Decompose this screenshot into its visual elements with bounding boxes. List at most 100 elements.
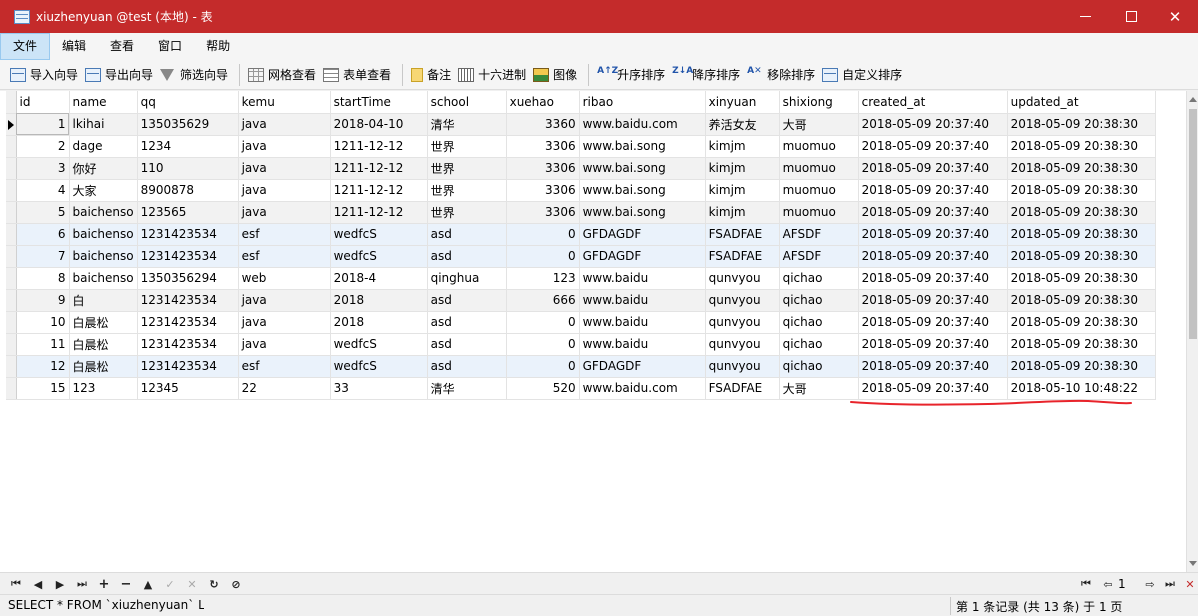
cell-created-at[interactable]: 2018-05-09 20:37:40 (858, 333, 1008, 356)
cell-updated-at[interactable]: 2018-05-09 20:38:30 (1007, 267, 1156, 290)
last-page-button[interactable]: ⏭ (1162, 576, 1178, 592)
cell-id[interactable]: 10 (16, 311, 70, 334)
cell-kemu[interactable]: java (238, 179, 331, 202)
cell-xinyuan[interactable]: qunvyou (705, 311, 780, 334)
row-header[interactable] (6, 135, 17, 158)
cell-kemu[interactable]: 22 (238, 377, 331, 400)
maximize-button[interactable] (1108, 0, 1154, 33)
cell-ribao[interactable]: GFDAGDF (579, 355, 706, 378)
prev-record-button[interactable]: ◀ (30, 576, 46, 592)
cell-name[interactable]: 大家 (69, 179, 138, 202)
cell-xinyuan[interactable]: qunvyou (705, 289, 780, 312)
row-header[interactable] (6, 113, 17, 136)
move-up-button[interactable]: ▲ (140, 576, 156, 592)
cell-xinyuan[interactable]: qunvyou (705, 267, 780, 290)
cell-qq[interactable]: 1234 (137, 135, 239, 158)
sort-desc-button[interactable]: Z↓A 降序排序 (670, 63, 745, 87)
cell-created-at[interactable]: 2018-05-09 20:37:40 (858, 179, 1008, 202)
cell-shixiong[interactable]: muomuo (779, 157, 859, 180)
column-header-shixiong[interactable]: shixiong (779, 91, 859, 114)
cell-updated-at[interactable]: 2018-05-09 20:38:30 (1007, 223, 1156, 246)
row-header[interactable] (6, 311, 17, 334)
cell-updated-at[interactable]: 2018-05-09 20:38:30 (1007, 135, 1156, 158)
cell-xuehao[interactable]: 3306 (506, 179, 580, 202)
cell-id[interactable]: 7 (16, 245, 70, 268)
sort-asc-button[interactable]: A↑Z 升序排序 (595, 63, 670, 87)
cell-name[interactable]: 123 (69, 377, 138, 400)
scroll-down-icon[interactable] (1189, 561, 1197, 566)
cell-id[interactable]: 11 (16, 333, 70, 356)
cell-xuehao[interactable]: 0 (506, 333, 580, 356)
delete-record-button[interactable]: − (118, 576, 134, 592)
cell-id[interactable]: 8 (16, 267, 70, 290)
cell-starttime[interactable]: 33 (330, 377, 428, 400)
export-wizard-button[interactable]: 导出向导 (83, 63, 158, 87)
cell-created-at[interactable]: 2018-05-09 20:37:40 (858, 267, 1008, 290)
cell-name[interactable]: lkihai (69, 113, 138, 136)
row-header[interactable] (6, 267, 17, 290)
column-header-name[interactable]: name (69, 91, 138, 114)
cell-updated-at[interactable]: 2018-05-09 20:38:30 (1007, 245, 1156, 268)
menu-edit[interactable]: 编辑 (50, 33, 98, 60)
cell-xinyuan[interactable]: qunvyou (705, 355, 780, 378)
table-row[interactable]: 8 baichenso 1350356294 web 2018-4 qinghua 123 w… (6, 267, 1156, 290)
cell-school[interactable]: 世界 (427, 135, 507, 158)
cell-starttime[interactable]: 2018-04-10 (330, 113, 428, 136)
cell-qq[interactable]: 123565 (137, 201, 239, 224)
column-header-xinyuan[interactable]: xinyuan (705, 91, 780, 114)
cell-name[interactable]: 白 (69, 289, 138, 312)
cell-ribao[interactable]: www.bai.song (579, 201, 706, 224)
first-page-button[interactable]: ⏮ (1078, 576, 1094, 592)
cell-updated-at[interactable]: 2018-05-10 10:48:22 (1007, 377, 1156, 400)
cell-school[interactable]: 清华 (427, 377, 507, 400)
stop-button[interactable]: ⊘ (228, 576, 244, 592)
cell-xinyuan[interactable]: qunvyou (705, 333, 780, 356)
close-button[interactable]: ✕ (1152, 0, 1198, 33)
cell-school[interactable]: qinghua (427, 267, 507, 290)
cell-ribao[interactable]: www.bai.song (579, 179, 706, 202)
column-header-qq[interactable]: qq (137, 91, 239, 114)
filter-wizard-button[interactable]: 筛选向导 (158, 63, 233, 87)
cell-shixiong[interactable]: 大哥 (779, 113, 859, 136)
last-record-button[interactable]: ⏭ (74, 576, 90, 592)
cell-school[interactable]: 世界 (427, 201, 507, 224)
cell-xuehao[interactable]: 0 (506, 245, 580, 268)
table-row[interactable]: 5 baichenso 123565 java 1211-12-12 世界 3306 www.… (6, 201, 1156, 224)
menu-window[interactable]: 窗口 (146, 33, 194, 60)
cell-created-at[interactable]: 2018-05-09 20:37:40 (858, 135, 1008, 158)
row-header[interactable] (6, 157, 17, 180)
cell-created-at[interactable]: 2018-05-09 20:37:40 (858, 355, 1008, 378)
cell-created-at[interactable]: 2018-05-09 20:37:40 (858, 157, 1008, 180)
cell-xinyuan[interactable]: FSADFAE (705, 377, 780, 400)
cell-shixiong[interactable]: AFSDF (779, 245, 859, 268)
cell-kemu[interactable]: java (238, 135, 331, 158)
cell-xinyuan[interactable]: FSADFAE (705, 245, 780, 268)
cell-xinyuan[interactable]: kimjm (705, 179, 780, 202)
row-header[interactable] (6, 377, 17, 400)
grid-view-button[interactable]: 网格查看 (246, 63, 321, 87)
cell-ribao[interactable]: www.baidu.com (579, 113, 706, 136)
cell-updated-at[interactable]: 2018-05-09 20:38:30 (1007, 201, 1156, 224)
column-header-xuehao[interactable]: xuehao (506, 91, 580, 114)
cell-xuehao[interactable]: 3306 (506, 157, 580, 180)
cell-name[interactable]: 白晨松 (69, 311, 138, 334)
cell-starttime[interactable]: wedfcS (330, 223, 428, 246)
cell-shixiong[interactable]: AFSDF (779, 223, 859, 246)
row-header[interactable] (6, 333, 17, 356)
cell-xuehao[interactable]: 0 (506, 311, 580, 334)
cell-ribao[interactable]: www.bai.song (579, 157, 706, 180)
column-header-updated-at[interactable]: updated_at (1007, 91, 1156, 114)
cell-name[interactable]: baichenso (69, 223, 138, 246)
cell-school[interactable]: asd (427, 223, 507, 246)
remove-sort-button[interactable]: A✕ 移除排序 (745, 63, 820, 87)
cell-school[interactable]: asd (427, 333, 507, 356)
refresh-button[interactable]: ↻ (206, 576, 222, 592)
column-header-starttime[interactable]: startTime (330, 91, 428, 114)
cell-created-at[interactable]: 2018-05-09 20:37:40 (858, 113, 1008, 136)
data-grid[interactable]: id name qq kemu startTime school xuehao … (0, 91, 1186, 572)
cell-name[interactable]: dage (69, 135, 138, 158)
first-record-button[interactable]: ⏮ (8, 576, 24, 592)
prev-page-button[interactable]: ⇦ (1100, 576, 1116, 592)
cell-name[interactable]: baichenso (69, 201, 138, 224)
cell-ribao[interactable]: GFDAGDF (579, 245, 706, 268)
